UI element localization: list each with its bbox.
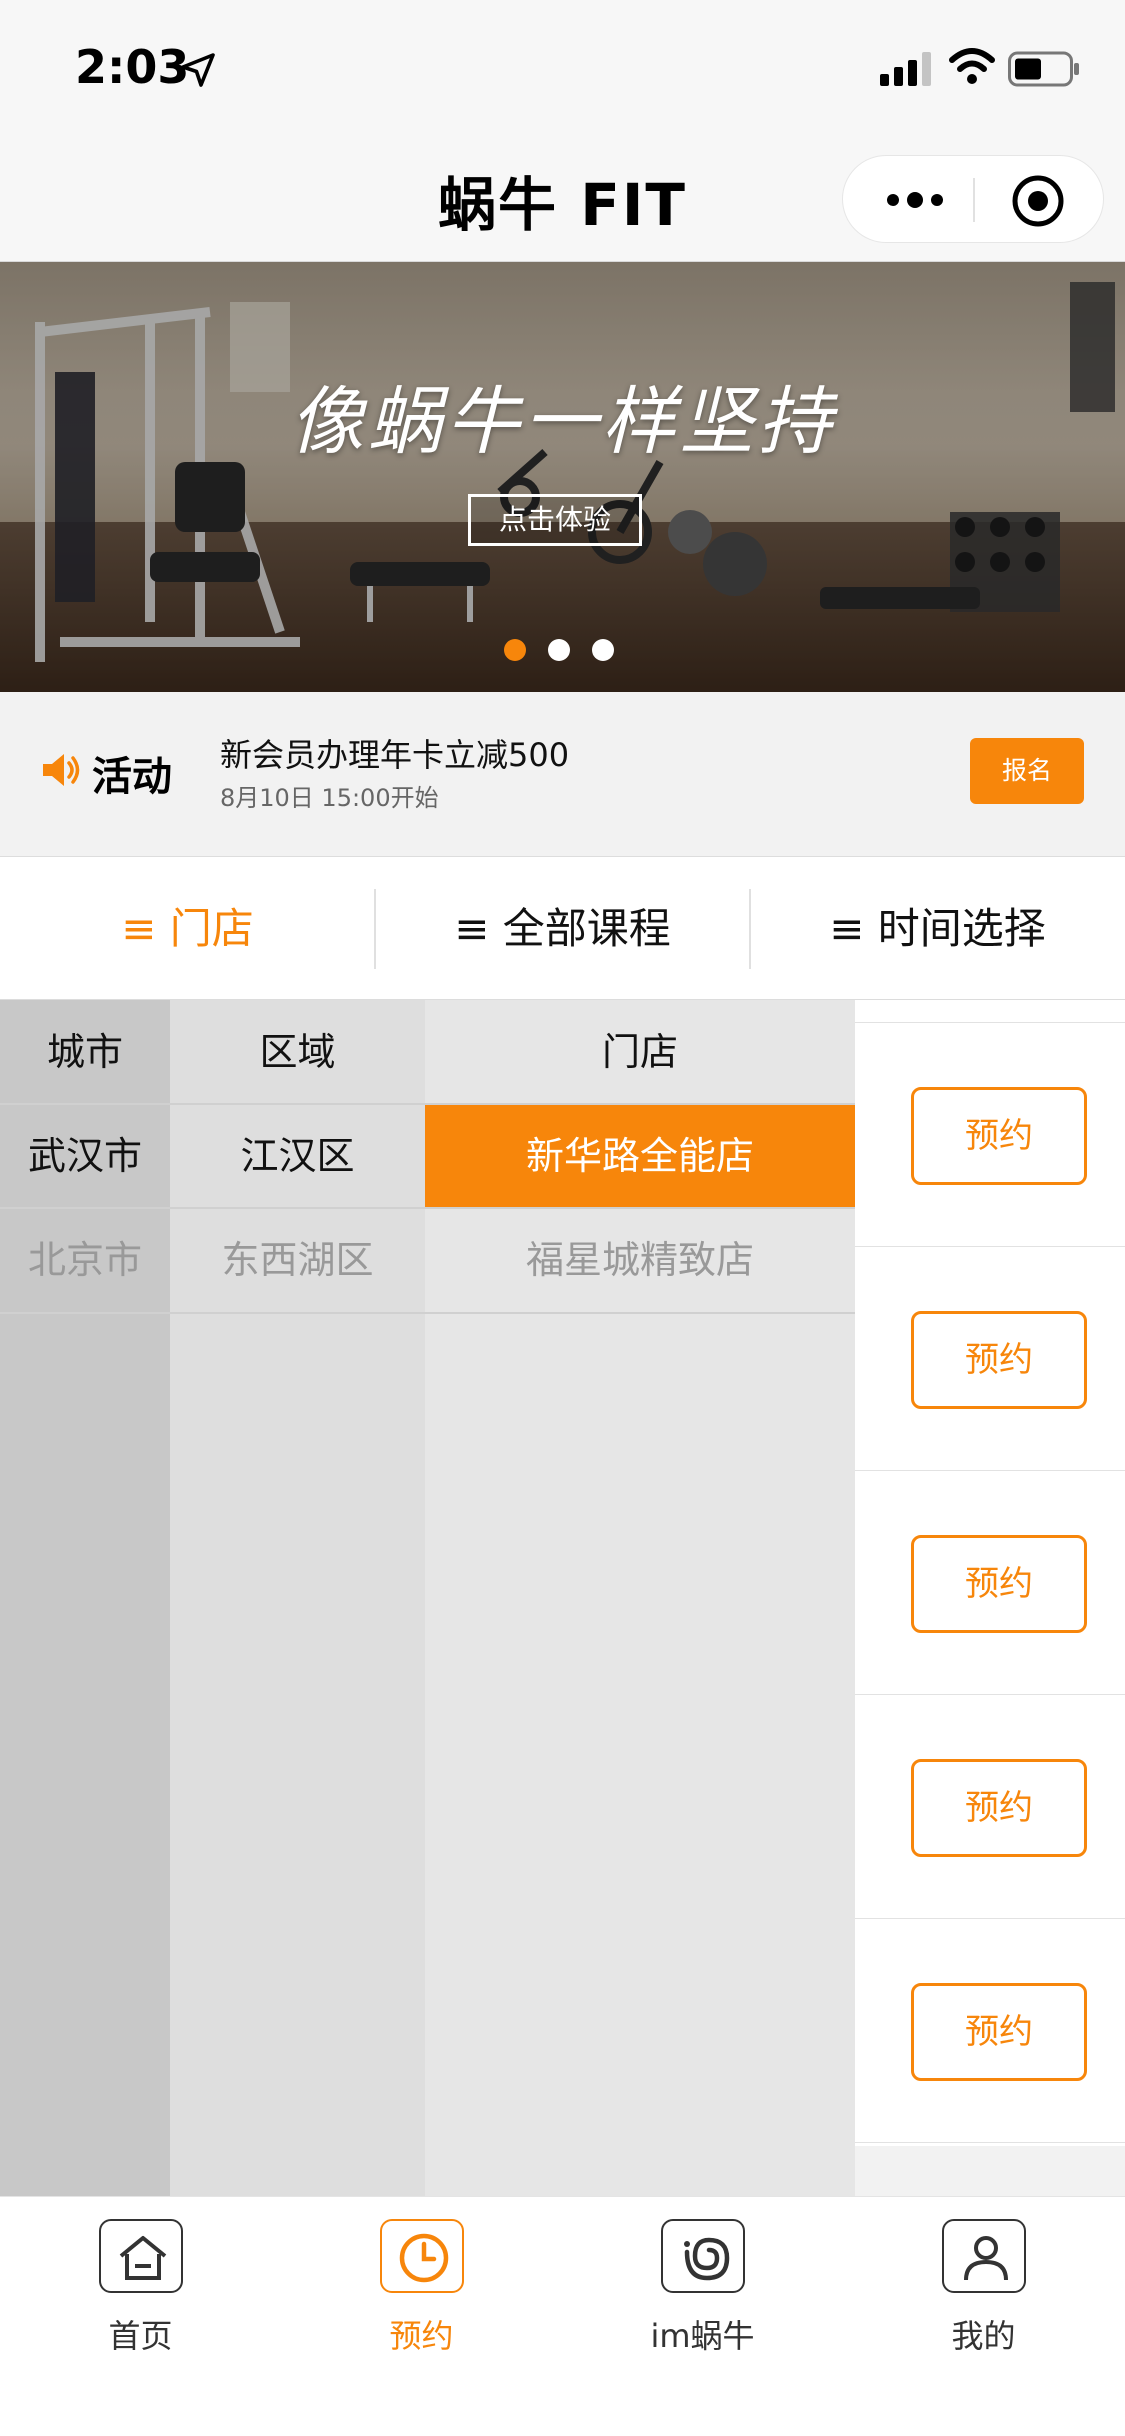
city-column-header: 城市 <box>46 1030 123 1074</box>
list-item: 预约 <box>855 1695 1125 1919</box>
area-column-header: 区域 <box>259 1030 336 1074</box>
top-bar: 2:03 蜗牛 FIT <box>0 0 1125 262</box>
signup-button[interactable]: 报名 <box>970 738 1084 804</box>
activity-label: 活动 <box>92 754 172 800</box>
tab-profile[interactable]: 我的 <box>843 2197 1124 2436</box>
book-button[interactable]: 预约 <box>911 1759 1087 1857</box>
book-button[interactable]: 预约 <box>911 1535 1087 1633</box>
list-footer-spacer <box>855 2146 1125 2196</box>
capsule-divider <box>973 178 975 222</box>
home-icon <box>99 2219 183 2293</box>
book-button[interactable]: 预约 <box>911 1983 1087 2081</box>
tab-booking-label: 预约 <box>389 2317 454 2355</box>
filter-tab-store[interactable]: ≡ 门店 <box>0 857 375 1000</box>
bottom-tab-bar: 首页 预约 im蜗牛 我的 <box>0 2196 1125 2436</box>
activity-title: 新会员办理年卡立减500 <box>220 736 570 774</box>
cellular-signal-icon <box>880 52 931 86</box>
tab-im-snail[interactable]: im蜗牛 <box>562 2197 843 2436</box>
person-icon <box>942 2219 1026 2293</box>
list-item: 预约 <box>855 1247 1125 1471</box>
store-option-selected[interactable]: 新华路全能店 <box>425 1104 855 1208</box>
filter-tab-time[interactable]: ≡ 时间选择 <box>750 857 1125 1000</box>
area-column: 区域 江汉区 东西湖区 <box>170 1000 425 2196</box>
list-item: 预约 <box>855 1919 1125 2143</box>
banner-slogan: 像蜗牛一样坚持 <box>289 379 836 465</box>
store-column-header: 门店 <box>601 1030 678 1074</box>
city-option[interactable]: 武汉市 <box>0 1104 170 1208</box>
hero-banner[interactable]: 像蜗牛一样坚持 点击体验 <box>0 262 1125 692</box>
clock-icon <box>380 2219 464 2293</box>
carousel-dot[interactable] <box>504 639 526 661</box>
filter-bar: ≡ 门店 ≡ 全部课程 ≡ 时间选择 <box>0 857 1125 1000</box>
tab-booking[interactable]: 预约 <box>281 2197 562 2436</box>
mini-program-capsule <box>842 155 1104 243</box>
book-button[interactable]: 预约 <box>911 1087 1087 1185</box>
battery-icon <box>1008 51 1079 87</box>
carousel-dots <box>504 639 624 661</box>
carousel-dot[interactable] <box>548 639 570 661</box>
filter-tab-courses[interactable]: ≡ 全部课程 <box>375 857 750 1000</box>
city-option[interactable]: 北京市 <box>0 1208 170 1312</box>
list-item: 预约 <box>855 1471 1125 1695</box>
snail-icon <box>661 2219 745 2293</box>
store-option[interactable]: 福星城精致店 <box>425 1208 855 1312</box>
activity-time: 8月10日 15:00开始 <box>220 784 439 812</box>
row-divider <box>0 1207 855 1209</box>
more-dots-icon[interactable] <box>883 186 947 214</box>
close-target-icon[interactable] <box>1011 174 1065 228</box>
tab-im-label: im蜗牛 <box>650 2317 755 2355</box>
city-column: 城市 武汉市 北京市 <box>0 1000 170 2196</box>
banner-cta-button[interactable]: 点击体验 <box>468 494 642 546</box>
tab-profile-label: 我的 <box>951 2317 1016 2355</box>
wifi-icon <box>949 48 995 84</box>
list-item: 预约 <box>855 1023 1125 1247</box>
activity-notice: 活动 新会员办理年卡立减500 8月10日 15:00开始 报名 <box>0 692 1125 857</box>
banner-overlay <box>0 262 1125 692</box>
speaker-icon <box>43 754 80 786</box>
tab-home[interactable]: 首页 <box>0 2197 281 2436</box>
row-divider <box>0 1312 855 1314</box>
location-arrow-icon <box>181 53 215 87</box>
class-list: 预约 预约 预约 预约 预约 <box>855 1022 1125 2146</box>
row-divider <box>0 1103 855 1105</box>
status-time: 2:03 <box>75 40 190 94</box>
area-option[interactable]: 东西湖区 <box>170 1208 425 1312</box>
carousel-dot[interactable] <box>592 639 614 661</box>
book-button[interactable]: 预约 <box>911 1311 1087 1409</box>
store-column: 门店 新华路全能店 福星城精致店 <box>425 1000 855 2196</box>
tab-home-label: 首页 <box>108 2317 173 2355</box>
area-option[interactable]: 江汉区 <box>170 1104 425 1208</box>
